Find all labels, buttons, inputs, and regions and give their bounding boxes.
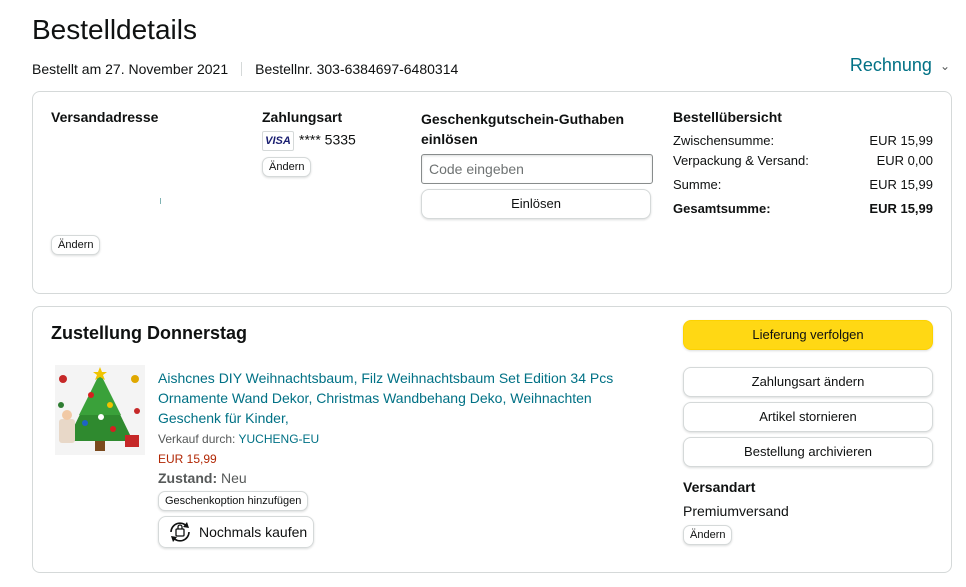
cancel-item-button[interactable]: Artikel stornieren [683, 402, 933, 432]
condition-label: Zustand: [158, 470, 218, 486]
overview-value: EUR 15,99 [869, 133, 933, 148]
delivery-header: Zustellung Donnerstag [51, 323, 248, 343]
product-title-line2[interactable]: Ornamente Wand Dekor, Christmas Wandbeha… [158, 388, 613, 408]
chevron-down-icon[interactable]: ⌄ [940, 59, 950, 73]
order-overview-header: Bestellübersicht [673, 109, 782, 125]
product-title-line1[interactable]: Aishcnes DIY Weihnachtsbaum, Filz Weihna… [158, 368, 613, 388]
overview-row-subtotal: Zwischensumme: EUR 15,99 [673, 133, 933, 148]
change-address-button[interactable]: Ändern [51, 235, 101, 255]
product-title-link[interactable]: Aishcnes DIY Weihnachtsbaum, Filz Weihna… [158, 368, 613, 428]
shipping-type-value: Premiumversand [683, 503, 789, 519]
change-shipping-button[interactable]: Ändern [683, 525, 733, 545]
order-meta: Bestellt am 27. November 2021 Bestellnr.… [32, 61, 458, 77]
product-title-line3[interactable]: Geschenk für Kinder, [158, 408, 613, 428]
gift-card-header: Geschenkgutschein-Guthaben einlösen [421, 109, 624, 149]
seller-info: Verkauf durch: YUCHENG-EU [158, 432, 319, 446]
track-delivery-button[interactable]: Lieferung verfolgen [683, 320, 933, 350]
payment-method-header: Zahlungsart [262, 109, 343, 125]
change-payment-button[interactable]: Ändern [262, 157, 312, 177]
redeem-button[interactable]: Einlösen [421, 189, 651, 219]
order-date: Bestellt am 27. November 2021 [32, 61, 229, 77]
visa-card-icon: VISA [262, 131, 294, 151]
overview-row-shipping: Verpackung & Versand: EUR 0,00 [673, 153, 933, 168]
overview-value: EUR 15,99 [869, 201, 933, 216]
overview-label: Zwischensumme: [673, 133, 775, 148]
gift-code-input[interactable]: Code eingeben [421, 154, 653, 184]
buy-again-label[interactable]: Nochmals kaufen [199, 524, 307, 540]
overview-value: EUR 15,99 [869, 177, 933, 192]
archive-order-button[interactable]: Bestellung archivieren [683, 437, 933, 467]
order-number: Bestellnr. 303-6384697-6480314 [255, 61, 459, 77]
delivery-box: Zustellung Donnerstag Aishcnes DIY Weihn… [32, 306, 952, 573]
shipping-type-header: Versandart [683, 479, 756, 495]
buy-again-icon[interactable] [167, 520, 193, 544]
shipping-address-header: Versandadresse [51, 109, 159, 125]
overview-label: Summe: [673, 177, 722, 192]
product-price: EUR 15,99 [158, 452, 217, 466]
address-placeholder-mark [160, 198, 161, 204]
overview-row-total: Gesamtsumme: EUR 15,99 [673, 201, 933, 216]
payment-card: VISA **** 5335 [262, 131, 356, 151]
gift-card-header-line2: einlösen [421, 131, 478, 147]
overview-label: Gesamtsumme: [673, 201, 771, 216]
add-gift-option-button[interactable]: Geschenkoption hinzufügen [158, 491, 309, 511]
condition-value: Neu [221, 470, 247, 486]
product-image[interactable] [55, 365, 145, 455]
overview-label: Verpackung & Versand: [673, 153, 809, 168]
seller-link[interactable]: YUCHENG-EU [239, 432, 320, 446]
card-number: **** 5335 [299, 131, 356, 148]
invoice-dropdown[interactable]: Rechnung ⌄ [850, 55, 950, 76]
change-payment-method-button[interactable]: Zahlungsart ändern [683, 367, 933, 397]
overview-value: EUR 0,00 [876, 153, 933, 168]
order-summary-box: Versandadresse Ändern Zahlungsart VISA **… [32, 91, 952, 294]
seller-prefix: Verkauf durch: [158, 432, 236, 446]
buy-again-button[interactable]: Nochmals kaufen [158, 516, 314, 548]
invoice-label[interactable]: Rechnung [850, 55, 932, 76]
gift-card-header-line1: Geschenkgutschein-Guthaben [421, 111, 625, 127]
page-title: Bestelldetails [32, 14, 197, 45]
overview-row-sum: Summe: EUR 15,99 [673, 177, 933, 192]
meta-divider [241, 62, 243, 76]
condition-info: Zustand: Neu [158, 470, 247, 486]
